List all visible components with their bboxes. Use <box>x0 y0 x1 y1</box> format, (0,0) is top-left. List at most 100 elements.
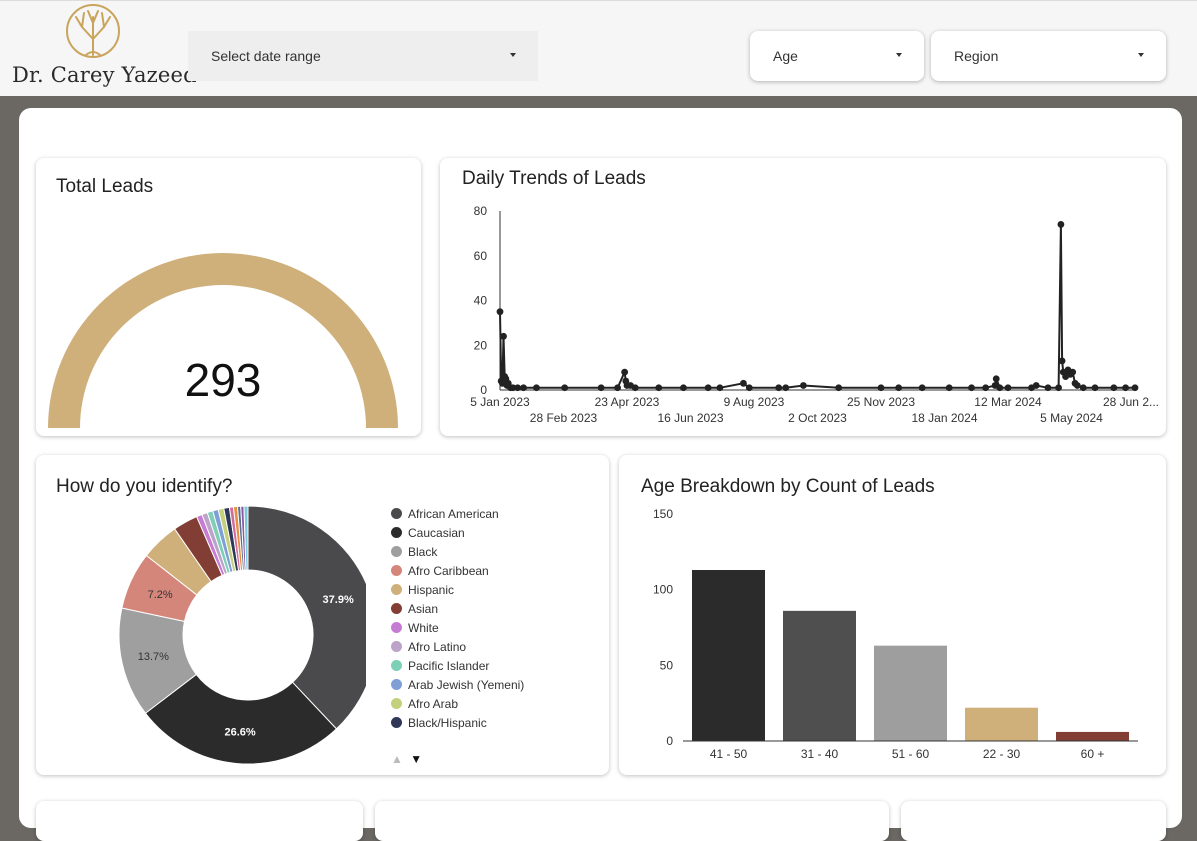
data-point[interactable] <box>775 384 783 392</box>
data-point[interactable] <box>496 308 504 316</box>
legend-swatch <box>391 622 402 633</box>
total-leads-gauge: 293 <box>48 253 398 428</box>
legend-swatch <box>391 698 402 709</box>
x-tick-label: 9 Aug 2023 <box>724 395 785 409</box>
y-tick-label: 0 <box>666 734 673 748</box>
legend-swatch <box>391 584 402 595</box>
data-point[interactable] <box>1055 384 1062 392</box>
data-point[interactable] <box>968 384 975 392</box>
x-tick-label: 25 Nov 2023 <box>847 395 915 409</box>
identify-card: How do you identify? 37.9% 26.6% 13.7% 7.2%… <box>36 455 609 775</box>
data-point[interactable] <box>561 384 569 392</box>
data-point[interactable] <box>1131 384 1139 392</box>
bar[interactable] <box>965 707 1038 741</box>
legend-page-down-icon[interactable]: ▼ <box>410 752 422 766</box>
legend-label: Arab Jewish (Yemeni) <box>408 677 525 692</box>
x-tick-label: 31 - 40 <box>801 747 839 761</box>
data-point[interactable] <box>1004 384 1012 392</box>
data-point[interactable] <box>877 384 885 392</box>
date-range-dropdown[interactable]: Select date range <box>188 31 538 81</box>
age-filter-dropdown[interactable]: Age <box>750 31 924 81</box>
legend-label: Black/Hispanic <box>408 715 487 730</box>
legend-item[interactable]: Pacific Islander <box>391 656 591 675</box>
y-tick-label: 20 <box>474 338 488 352</box>
x-tick-label: 5 Jan 2023 <box>470 395 530 409</box>
data-point[interactable] <box>1069 368 1077 376</box>
legend-label: White <box>408 620 439 635</box>
region-filter-dropdown[interactable]: Region <box>931 31 1166 81</box>
data-point[interactable] <box>996 384 1004 392</box>
age-breakdown-chart: 0 50 100 150 41 - 50 31 - 40 51 - 60 22 - 30 60 … <box>653 507 1138 761</box>
data-point[interactable] <box>992 375 1000 383</box>
legend-page-up-icon[interactable]: ▲ <box>391 752 403 766</box>
data-point[interactable] <box>533 384 540 392</box>
pie-slice-label: 7.2% <box>148 589 173 601</box>
x-tick-label: 60 + <box>1081 747 1105 761</box>
data-point[interactable] <box>704 384 712 392</box>
bar[interactable] <box>1056 731 1129 741</box>
data-point[interactable] <box>918 384 926 392</box>
legend-item[interactable]: Black <box>391 542 591 561</box>
legend-item[interactable]: Hispanic <box>391 580 591 599</box>
series-line <box>499 224 1135 389</box>
data-point[interactable] <box>631 384 639 392</box>
data-point[interactable] <box>1073 382 1081 389</box>
legend-item[interactable]: Afro Caribbean <box>391 561 591 580</box>
data-point[interactable] <box>895 384 903 392</box>
legend-item[interactable]: Caucasian <box>391 523 591 542</box>
data-point[interactable] <box>655 384 663 392</box>
data-point[interactable] <box>745 384 753 392</box>
pie-slice-label: 26.6% <box>224 727 255 739</box>
tree-logo-icon <box>66 4 120 58</box>
legend-item[interactable]: Arab Jewish (Yemeni) <box>391 675 591 694</box>
bar[interactable] <box>874 645 947 741</box>
legend-label: Caucasian <box>408 525 465 540</box>
legend-label: Afro Latino <box>408 639 467 654</box>
data-point[interactable] <box>614 384 621 392</box>
legend-item[interactable]: Afro Latino <box>391 637 591 656</box>
legend-swatch <box>391 603 402 614</box>
x-tick-label: 16 Jun 2023 <box>657 411 723 425</box>
data-point[interactable] <box>680 384 687 392</box>
pie-slice[interactable] <box>247 505 366 730</box>
data-point[interactable] <box>597 384 605 392</box>
bar[interactable] <box>783 610 856 741</box>
y-tick-label: 80 <box>474 204 488 218</box>
legend-item[interactable]: White <box>391 618 591 637</box>
total-leads-card: Total Leads 293 <box>36 158 421 436</box>
data-point[interactable] <box>835 384 843 392</box>
identify-donut-chart: 37.9% 26.6% 13.7% 7.2% <box>118 505 366 765</box>
data-point[interactable] <box>520 384 527 392</box>
data-point[interactable] <box>514 384 522 392</box>
data-point[interactable] <box>1057 221 1065 228</box>
y-tick-label: 150 <box>653 507 673 521</box>
data-point[interactable] <box>500 332 507 340</box>
data-point[interactable] <box>782 384 790 392</box>
legend-item[interactable]: African American <box>391 504 591 523</box>
age-breakdown-card: Age Breakdown by Count of Leads 0 50 100 15… <box>619 455 1166 775</box>
legend-item[interactable]: Black/Hispanic <box>391 713 591 732</box>
bar[interactable] <box>692 569 765 741</box>
legend-item[interactable]: Asian <box>391 599 591 618</box>
data-point[interactable] <box>1079 384 1087 392</box>
data-point[interactable] <box>621 368 629 376</box>
data-point[interactable] <box>799 382 807 389</box>
x-tick-label: 22 - 30 <box>983 747 1021 761</box>
data-point[interactable] <box>1058 357 1066 365</box>
legend-label: Black <box>408 544 438 559</box>
legend-label: Asian <box>408 601 439 616</box>
data-point[interactable] <box>1044 384 1052 392</box>
data-point[interactable] <box>1032 382 1040 389</box>
x-tick-label: 18 Jan 2024 <box>911 411 977 425</box>
data-point[interactable] <box>945 384 953 392</box>
legend-item[interactable]: Afro Arab <box>391 694 591 713</box>
y-tick-label: 50 <box>660 658 674 672</box>
data-point[interactable] <box>982 384 990 392</box>
x-tick-label: 2 Oct 2023 <box>788 411 847 425</box>
data-point[interactable] <box>1110 384 1118 392</box>
legend-swatch <box>391 546 402 557</box>
data-point[interactable] <box>1091 384 1099 392</box>
data-point[interactable] <box>716 384 724 392</box>
data-point[interactable] <box>740 379 747 387</box>
data-point[interactable] <box>1122 384 1129 392</box>
